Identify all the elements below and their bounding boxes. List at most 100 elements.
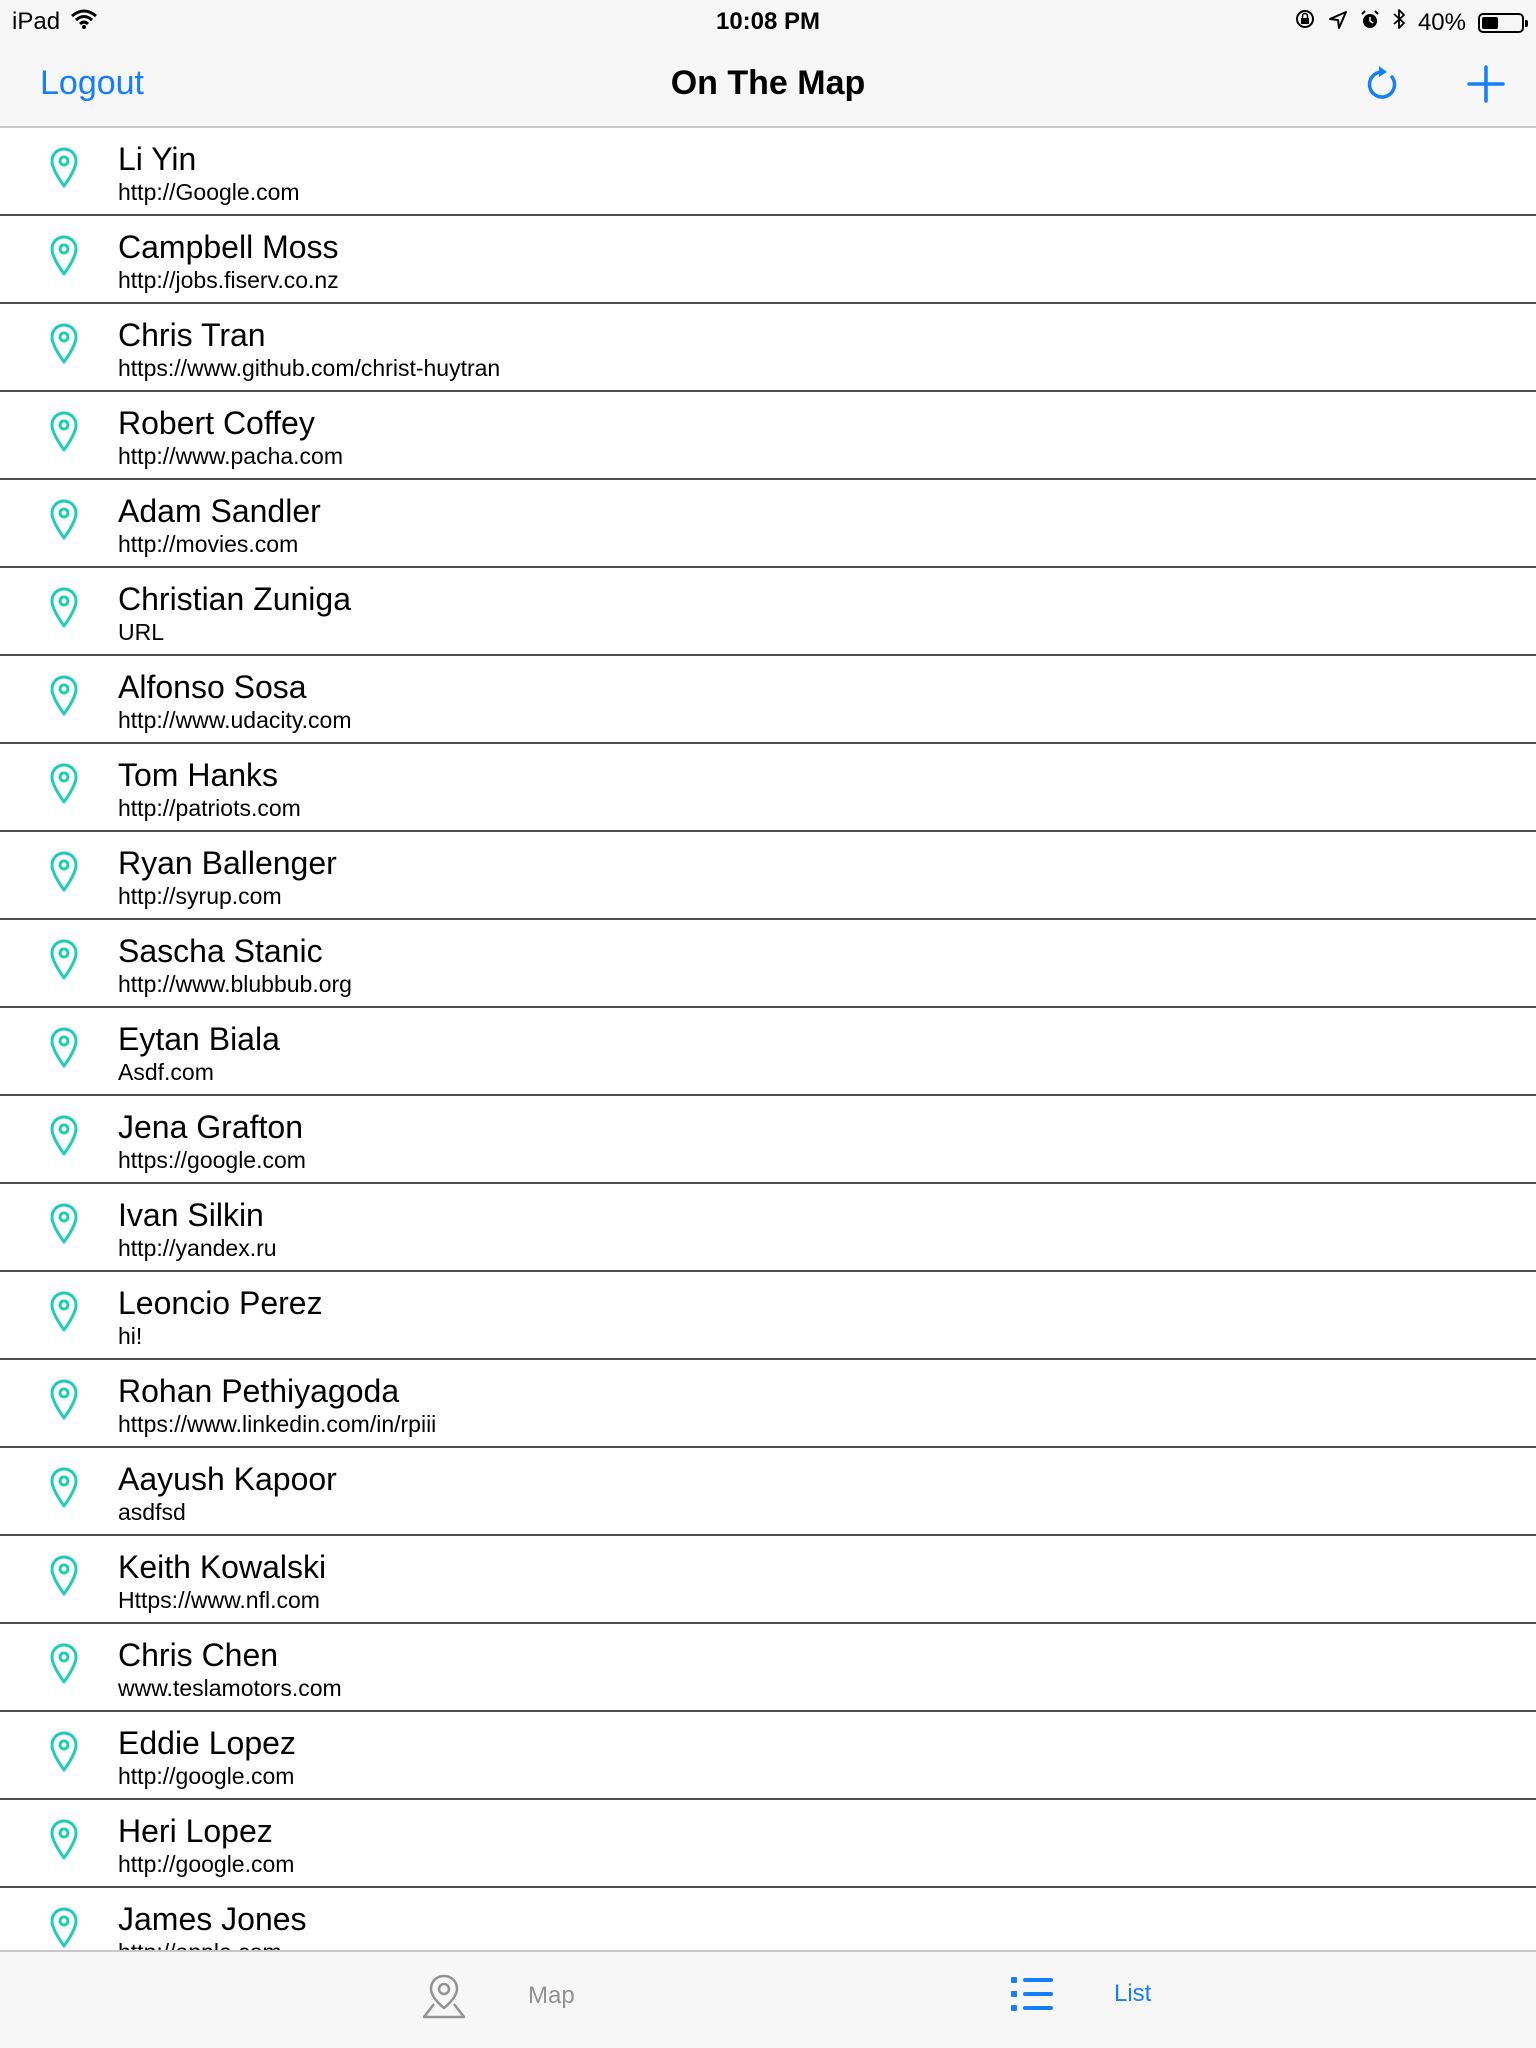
list-item[interactable]: Robert Coffey http://www.pacha.com	[0, 392, 1536, 480]
list-item[interactable]: Li Yin http://Google.com	[0, 128, 1536, 216]
student-name: Jena Grafton	[118, 1109, 303, 1145]
student-url: hi!	[118, 1323, 143, 1349]
student-name: Sascha Stanic	[118, 933, 323, 969]
map-pin-tab-icon	[422, 1974, 466, 2019]
map-pin-icon	[50, 1731, 78, 1772]
map-pin-icon	[50, 939, 78, 980]
tab-map[interactable]: Map	[420, 1972, 575, 2020]
tab-list[interactable]: List	[1010, 1972, 1151, 2016]
list-item[interactable]: Campbell Moss http://jobs.fiserv.co.nz	[0, 216, 1536, 304]
student-name: Adam Sandler	[118, 493, 321, 529]
status-bar: iPad 10:08 PM 40%	[0, 0, 1536, 40]
plus-icon	[1467, 65, 1505, 103]
student-url: http://yandex.ru	[118, 1235, 277, 1261]
list-item[interactable]: Tom Hanks http://patriots.com	[0, 744, 1536, 832]
list-item[interactable]: Aayush Kapoor asdfsd	[0, 1448, 1536, 1536]
map-pin-icon	[50, 851, 78, 892]
map-pin-icon	[50, 235, 78, 276]
student-name: Ryan Ballenger	[118, 845, 337, 881]
student-name: Rohan Pethiyagoda	[118, 1373, 400, 1409]
list-item[interactable]: Christian Zuniga URL	[0, 568, 1536, 656]
nav-right-buttons	[1352, 56, 1516, 112]
student-url: https://www.github.com/christ-huytran	[118, 355, 501, 381]
map-pin-icon	[50, 1027, 78, 1068]
list-item[interactable]: Leoncio Perez hi!	[0, 1272, 1536, 1360]
student-url: https://google.com	[118, 1147, 306, 1173]
list-item[interactable]: Keith Kowalski Https://www.nfl.com	[0, 1536, 1536, 1624]
student-url: Asdf.com	[118, 1059, 214, 1085]
student-name: Campbell Moss	[118, 229, 339, 265]
list-item[interactable]: James Jones http://apple.com	[0, 1888, 1536, 1950]
battery-icon	[1478, 12, 1528, 33]
map-pin-icon	[50, 1379, 78, 1420]
tab-list-label: List	[1114, 1980, 1152, 2007]
student-name: Alfonso Sosa	[118, 669, 307, 705]
map-pin-icon	[50, 1203, 78, 1244]
list-tab-icon	[1011, 1977, 1053, 2011]
student-url: http://apple.com	[118, 1939, 282, 1950]
list-item[interactable]: Adam Sandler http://movies.com	[0, 480, 1536, 568]
student-name: Chris Tran	[118, 317, 266, 353]
student-name: Leoncio Perez	[118, 1285, 323, 1321]
map-pin-icon	[50, 675, 78, 716]
student-name: Robert Coffey	[118, 405, 315, 441]
alarm-icon	[1360, 9, 1380, 37]
student-url: http://google.com	[118, 1851, 295, 1877]
student-url: Https://www.nfl.com	[118, 1587, 320, 1613]
student-url: http://www.udacity.com	[118, 707, 352, 733]
student-url: http://www.blubbub.org	[118, 971, 352, 997]
student-name: Tom Hanks	[118, 757, 279, 793]
status-right: 40%	[1294, 8, 1528, 37]
list-item[interactable]: Alfonso Sosa http://www.udacity.com	[0, 656, 1536, 744]
map-pin-icon	[50, 1819, 78, 1860]
student-name: James Jones	[118, 1901, 307, 1937]
list-item[interactable]: Sascha Stanic http://www.blubbub.org	[0, 920, 1536, 1008]
student-url: http://www.pacha.com	[118, 443, 343, 469]
tab-bar: Map List	[0, 1950, 1536, 2048]
location-arrow-icon	[1328, 9, 1348, 37]
student-name: Eytan Biala	[118, 1021, 280, 1057]
list-item[interactable]: Jena Grafton https://google.com	[0, 1096, 1536, 1184]
map-pin-icon	[50, 147, 78, 188]
map-pin-icon	[50, 587, 78, 628]
student-url: http://patriots.com	[118, 795, 301, 821]
list-item[interactable]: Chris Chen www.teslamotors.com	[0, 1624, 1536, 1712]
refresh-icon	[1367, 66, 1397, 99]
student-name: Eddie Lopez	[118, 1725, 296, 1761]
student-name: Li Yin	[118, 141, 197, 177]
student-url: http://google.com	[118, 1763, 295, 1789]
student-name: Keith Kowalski	[118, 1549, 327, 1585]
map-pin-icon	[50, 499, 78, 540]
student-name: Chris Chen	[118, 1637, 279, 1673]
student-url: http://jobs.fiserv.co.nz	[118, 267, 339, 293]
list-item[interactable]: Ryan Ballenger http://syrup.com	[0, 832, 1536, 920]
map-pin-icon	[50, 1467, 78, 1508]
list-item[interactable]: Eddie Lopez http://google.com	[0, 1712, 1536, 1800]
navigation-bar: Logout On The Map	[0, 40, 1536, 128]
map-pin-icon	[50, 323, 78, 364]
student-url: www.teslamotors.com	[118, 1675, 342, 1701]
list-item[interactable]: Chris Tran https://www.github.com/christ-…	[0, 304, 1536, 392]
list-item[interactable]: Ivan Silkin http://yandex.ru	[0, 1184, 1536, 1272]
add-button[interactable]	[1456, 56, 1516, 112]
student-name: Ivan Silkin	[118, 1197, 264, 1233]
student-url: http://movies.com	[118, 531, 299, 557]
student-list[interactable]: Li Yin http://Google.com Campbell Moss http…	[0, 128, 1536, 1950]
map-pin-icon	[50, 763, 78, 804]
map-pin-icon	[50, 1643, 78, 1684]
refresh-button[interactable]	[1352, 56, 1412, 112]
student-url: URL	[118, 619, 165, 645]
list-item[interactable]: Rohan Pethiyagoda https://www.linkedin.co…	[0, 1360, 1536, 1448]
map-pin-icon	[50, 1291, 78, 1332]
page-title: On The Map	[670, 64, 866, 102]
list-item[interactable]: Heri Lopez http://google.com	[0, 1800, 1536, 1888]
student-url: http://syrup.com	[118, 883, 282, 909]
map-pin-icon	[50, 1907, 78, 1948]
map-pin-icon	[50, 1555, 78, 1596]
list-item[interactable]: Eytan Biala Asdf.com	[0, 1008, 1536, 1096]
student-name: Heri Lopez	[118, 1813, 273, 1849]
bluetooth-icon	[1392, 8, 1406, 37]
map-pin-icon	[50, 411, 78, 452]
student-url: http://Google.com	[118, 179, 300, 205]
tab-map-label: Map	[528, 1982, 575, 2009]
